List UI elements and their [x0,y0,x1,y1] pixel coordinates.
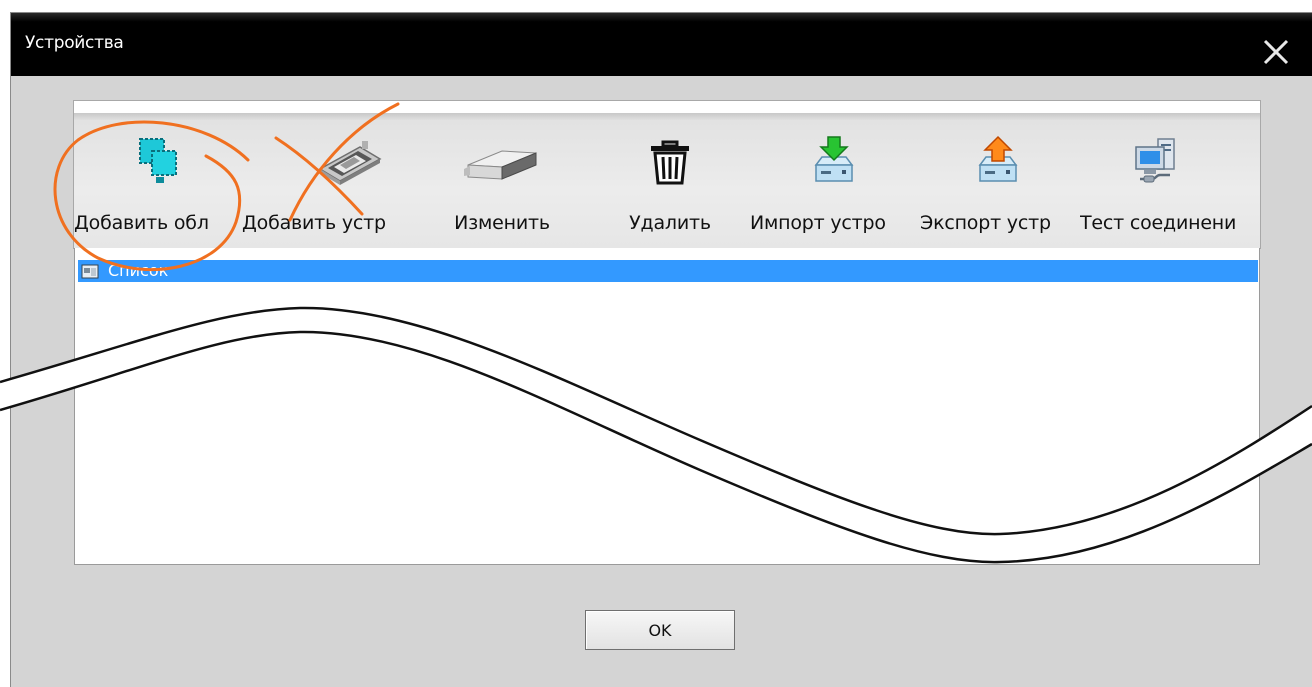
add-device-label: Добавить устр [242,212,386,234]
close-icon[interactable] [1261,37,1291,67]
import-devices-label: Импорт устро [750,212,886,234]
connection-test-icon [1135,138,1175,183]
title-bar[interactable]: Устройства [11,13,1312,76]
ok-button[interactable]: OK [585,610,735,650]
connection-test-label: Тест соединени [1080,212,1237,234]
delete-label: Удалить [629,212,711,234]
add-area-button[interactable]: Добавить обл [74,125,242,249]
add-area-label: Добавить обл [74,212,209,234]
device-list[interactable]: Список [74,248,1260,565]
devices-dialog: Устройства Добавить обл Добавить устр Из… [10,12,1312,687]
list-root-icon [81,264,99,279]
delete-button[interactable]: Удалить [602,125,738,249]
list-item-label: Список [108,261,169,280]
modify-icon [464,150,537,180]
connection-test-button[interactable]: Тест соединени [1080,125,1260,249]
add-device-button[interactable]: Добавить устр [242,125,432,249]
export-devices-button[interactable]: Экспорт устр [920,125,1080,249]
toolbar: Добавить обл Добавить устр Изменить Удал… [73,100,1261,249]
import-icon [814,136,854,182]
window-title: Устройства [25,33,124,53]
list-item[interactable]: Список [78,260,1258,282]
modify-button[interactable]: Изменить [432,125,572,249]
export-icon [978,135,1018,182]
add-area-icon [139,138,177,183]
add-device-icon [318,141,382,185]
modify-label: Изменить [454,212,550,234]
toolbar-separator [74,113,1260,121]
import-devices-button[interactable]: Импорт устро [750,125,920,249]
export-devices-label: Экспорт устр [920,212,1051,234]
trash-icon [651,140,689,185]
